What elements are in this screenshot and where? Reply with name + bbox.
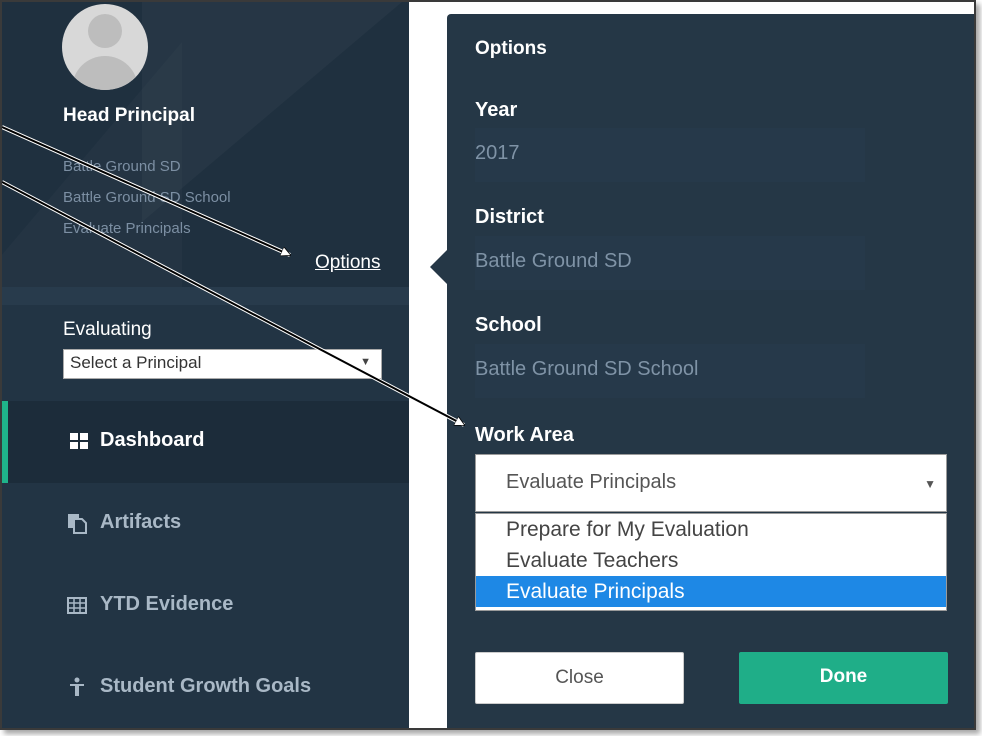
work-area-select-value: Evaluate Principals: [506, 471, 677, 493]
close-button[interactable]: Close: [475, 652, 684, 704]
district-value: Battle Ground SD: [475, 236, 865, 290]
person-icon: [70, 677, 84, 696]
done-button[interactable]: Done: [739, 652, 948, 704]
caret-down-icon: ▼: [360, 356, 371, 368]
nav-item-ytd-evidence[interactable]: YTD Evidence: [2, 565, 409, 647]
nav-item-label: Dashboard: [100, 429, 205, 451]
year-value: 2017: [475, 128, 865, 182]
dropdown-option-selected[interactable]: Evaluate Principals: [476, 576, 946, 607]
profile-section: Head Principal Battle Ground SD Battle G…: [2, 2, 409, 287]
user-name: Head Principal: [63, 105, 195, 126]
options-link[interactable]: Options: [315, 252, 380, 274]
options-panel-title: Options: [475, 38, 547, 59]
sidebar-divider: [2, 287, 409, 305]
caret-down-icon: ▼: [924, 477, 936, 491]
user-district: Battle Ground SD: [63, 158, 181, 175]
principal-select-value: Select a Principal: [70, 353, 202, 372]
dropdown-option[interactable]: Evaluate Teachers: [476, 545, 946, 576]
user-work-area: Evaluate Principals: [63, 220, 191, 237]
nav-item-label: Student Growth Goals: [100, 675, 312, 697]
app-window: Head Principal Battle Ground SD Battle G…: [0, 0, 976, 730]
artifacts-icon: [68, 514, 87, 534]
dropdown-option[interactable]: Prepare for My Evaluation: [476, 514, 946, 545]
avatar-body-shape: [72, 56, 138, 90]
nav-item-student-growth-goals[interactable]: Student Growth Goals: [2, 647, 409, 728]
work-area-dropdown: Prepare for My Evaluation Evaluate Teach…: [475, 513, 947, 611]
school-label: School: [475, 314, 542, 336]
work-area-label: Work Area: [475, 424, 574, 446]
principal-select[interactable]: Select a Principal ▼: [63, 349, 382, 379]
nav-item-dashboard[interactable]: Dashboard: [2, 401, 409, 483]
district-label: District: [475, 206, 544, 228]
dashboard-grid-icon: [70, 433, 88, 449]
year-label: Year: [475, 99, 518, 121]
user-school: Battle Ground SD School: [63, 189, 231, 206]
popover-pointer: [430, 250, 447, 284]
table-icon: [67, 597, 87, 614]
options-panel: Options Year 2017 District Battle Ground…: [447, 14, 974, 728]
avatar-head-shape: [88, 14, 122, 48]
evaluating-label: Evaluating: [63, 319, 152, 340]
nav-item-artifacts[interactable]: Artifacts: [2, 483, 409, 565]
nav-item-label: Artifacts: [100, 511, 182, 533]
school-value: Battle Ground SD School: [475, 344, 865, 398]
work-area-select[interactable]: Evaluate Principals ▼: [475, 454, 947, 512]
nav-item-label: YTD Evidence: [100, 593, 234, 615]
sidebar: Head Principal Battle Ground SD Battle G…: [2, 2, 409, 728]
avatar: [62, 4, 148, 90]
